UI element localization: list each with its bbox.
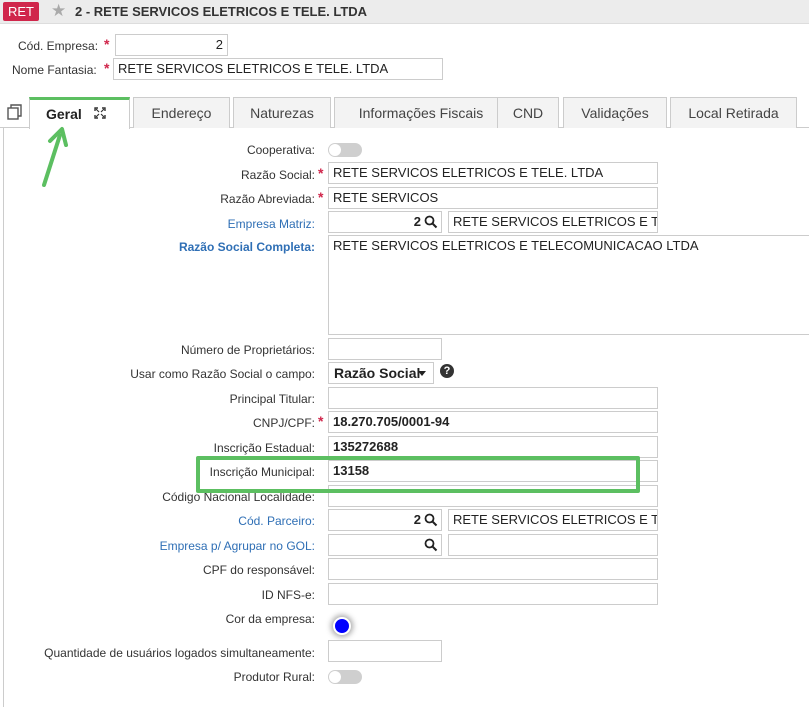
numero-proprietarios-input[interactable] [328, 338, 442, 360]
search-icon[interactable] [424, 538, 438, 552]
tab-naturezas[interactable]: Naturezas [233, 97, 331, 128]
required-marker: * [318, 189, 324, 205]
empresa-matriz-label[interactable]: Empresa Matriz: [228, 217, 315, 231]
razao-abreviada-label: Razão Abreviada: [220, 192, 315, 206]
quantidade-usuarios-label: Quantidade de usuários logados simultane… [44, 646, 315, 660]
required-marker: * [318, 165, 324, 181]
required-marker: * [104, 36, 110, 52]
tab-local-retirada[interactable]: Local Retirada [670, 97, 797, 128]
empresa-agrupar-gol-label[interactable]: Empresa p/ Agrupar no GOL: [160, 539, 315, 553]
principal-titular-input[interactable] [328, 387, 658, 409]
razao-abreviada-input[interactable]: RETE SERVICOS [328, 187, 658, 209]
tab-cnd[interactable]: CND [497, 97, 559, 128]
cod-empresa-input[interactable]: 2 [115, 34, 228, 56]
cpf-responsavel-label: CPF do responsável: [202, 563, 315, 577]
help-icon[interactable]: ? [440, 364, 454, 378]
window-titlebar: RET ★ 2 - RETE SERVICOS ELETRICOS E TELE… [0, 0, 809, 24]
cod-parceiro-label[interactable]: Cód. Parceiro: [238, 514, 315, 528]
cnpj-label: CNPJ/CPF: [252, 416, 315, 430]
form-panel: Cooperativa: Razão Social: * RETE SERVIC… [3, 128, 809, 707]
cod-parceiro-name-input[interactable]: RETE SERVICOS ELETRICOS E T [448, 509, 658, 531]
cnpj-input[interactable]: 18.270.705/0001-94 [328, 411, 658, 433]
arrow-annotation-icon [42, 127, 68, 187]
razao-social-completa-label[interactable]: Razão Social Completa: [179, 240, 315, 254]
entity-badge: RET [3, 2, 39, 21]
favorite-star-icon[interactable]: ★ [51, 1, 66, 21]
search-icon[interactable] [424, 215, 438, 229]
tab-label: Geral [46, 106, 82, 122]
razao-social-input[interactable]: RETE SERVICOS ELETRICOS E TELE. LTDA [328, 162, 658, 184]
required-marker: * [318, 413, 324, 429]
numero-proprietarios-label: Número de Proprietários: [180, 343, 315, 357]
id-nfse-input[interactable] [328, 583, 658, 605]
nome-fantasia-label: Nome Fantasia: [12, 63, 97, 77]
id-nfse-label: ID NFS-e: [261, 588, 315, 602]
empresa-agrupar-gol-name-input[interactable] [448, 534, 658, 556]
quantidade-usuarios-input[interactable] [328, 640, 442, 662]
produtor-rural-label: Produtor Rural: [233, 670, 315, 684]
highlight-box [196, 456, 640, 493]
usar-como-value: Razão Social [334, 365, 421, 381]
razao-social-label: Razão Social: [240, 168, 315, 182]
tab-endereco[interactable]: Endereço [133, 97, 230, 128]
tab-informacoes-fiscais[interactable]: Informações Fiscais [334, 97, 508, 128]
usar-como-label: Usar como Razão Social o campo: [130, 367, 315, 381]
cooperativa-toggle[interactable] [328, 143, 362, 157]
window-title: 2 - RETE SERVICOS ELETRICOS E TELE. LTDA [75, 4, 368, 19]
tab-validacoes[interactable]: Validações [563, 97, 667, 128]
copy-icon[interactable] [7, 104, 23, 120]
cod-empresa-label: Cód. Empresa: [18, 39, 99, 53]
color-picker-swatch[interactable] [333, 617, 351, 635]
chevron-down-icon [418, 371, 426, 376]
cpf-responsavel-input[interactable] [328, 558, 658, 580]
nome-fantasia-input[interactable]: RETE SERVICOS ELETRICOS E TELE. LTDA [113, 58, 443, 80]
search-icon[interactable] [424, 513, 438, 527]
cooperativa-label: Cooperativa: [246, 143, 315, 157]
empresa-matriz-name-input[interactable]: RETE SERVICOS ELETRICOS E T [448, 211, 658, 233]
principal-titular-label: Principal Titular: [229, 392, 315, 406]
produtor-rural-toggle[interactable] [328, 670, 362, 684]
expand-icon[interactable] [94, 107, 106, 119]
inscricao-estadual-label: Inscrição Estadual: [213, 441, 315, 455]
razao-social-completa-textarea[interactable]: RETE SERVICOS ELETRICOS E TELECOMUNICACA… [328, 235, 809, 335]
required-marker: * [104, 60, 110, 76]
inscricao-estadual-input[interactable]: 135272688 [328, 436, 658, 458]
cor-empresa-label: Cor da empresa: [225, 612, 315, 626]
